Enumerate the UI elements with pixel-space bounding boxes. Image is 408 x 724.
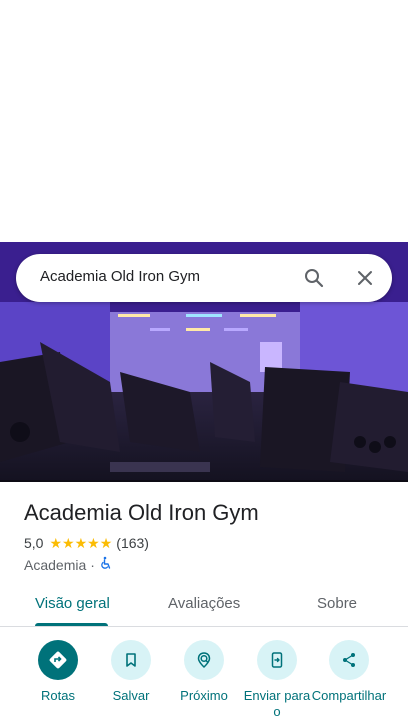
search-bar[interactable]: Academia Old Iron Gym bbox=[16, 254, 392, 302]
save-label: Salvar bbox=[112, 688, 150, 703]
action-bar: Rotas Salvar Próximo Enviar para o Compa… bbox=[0, 640, 408, 724]
map-area[interactable] bbox=[0, 0, 408, 242]
close-icon[interactable] bbox=[353, 266, 377, 290]
bookmark-icon bbox=[111, 640, 151, 680]
directions-icon bbox=[38, 640, 78, 680]
tab-overview[interactable]: Visão geral bbox=[35, 595, 110, 612]
share-icon bbox=[329, 640, 369, 680]
separator: · bbox=[90, 556, 95, 573]
place-sheet: Academia Old Iron Gym Academia Old Iron … bbox=[0, 0, 408, 724]
search-input[interactable]: Academia Old Iron Gym bbox=[40, 268, 200, 285]
share-button[interactable]: Compartilhar bbox=[311, 640, 387, 704]
send-to-phone-label: Enviar para o bbox=[243, 688, 311, 719]
tab-bar: Visão geral Avaliações Sobre bbox=[0, 585, 408, 627]
rating-value: 5,0 bbox=[24, 535, 44, 551]
directions-button[interactable]: Rotas bbox=[20, 640, 96, 704]
category-row: Academia · bbox=[24, 556, 113, 573]
share-label: Compartilhar bbox=[311, 688, 387, 703]
rating-row[interactable]: 5,0 ★ ★ ★ ★ ★ (163) bbox=[24, 535, 149, 551]
directions-label: Rotas bbox=[41, 688, 75, 703]
send-to-phone-icon bbox=[257, 640, 297, 680]
star-icon: ★ bbox=[74, 535, 88, 551]
place-category: Academia bbox=[24, 556, 87, 573]
wheelchair-accessible-icon bbox=[99, 556, 113, 573]
review-count[interactable]: (163) bbox=[116, 535, 149, 551]
rating-stars: ★ ★ ★ ★ ★ bbox=[49, 536, 112, 550]
nearby-label: Próximo bbox=[180, 688, 228, 703]
nearby-button[interactable]: Próximo bbox=[166, 640, 242, 704]
star-icon: ★ bbox=[49, 535, 63, 551]
star-icon: ★ bbox=[99, 535, 113, 551]
star-icon: ★ bbox=[62, 535, 75, 551]
save-button[interactable]: Salvar bbox=[93, 640, 169, 704]
send-to-phone-button[interactable]: Enviar para o bbox=[239, 640, 315, 720]
place-title: Academia Old Iron Gym bbox=[24, 500, 259, 525]
search-icon[interactable] bbox=[302, 266, 326, 290]
active-tab-indicator bbox=[35, 623, 108, 626]
star-icon: ★ bbox=[87, 535, 100, 551]
tab-reviews[interactable]: Avaliações bbox=[168, 595, 240, 612]
tab-about[interactable]: Sobre bbox=[317, 595, 357, 612]
nearby-icon bbox=[184, 640, 224, 680]
